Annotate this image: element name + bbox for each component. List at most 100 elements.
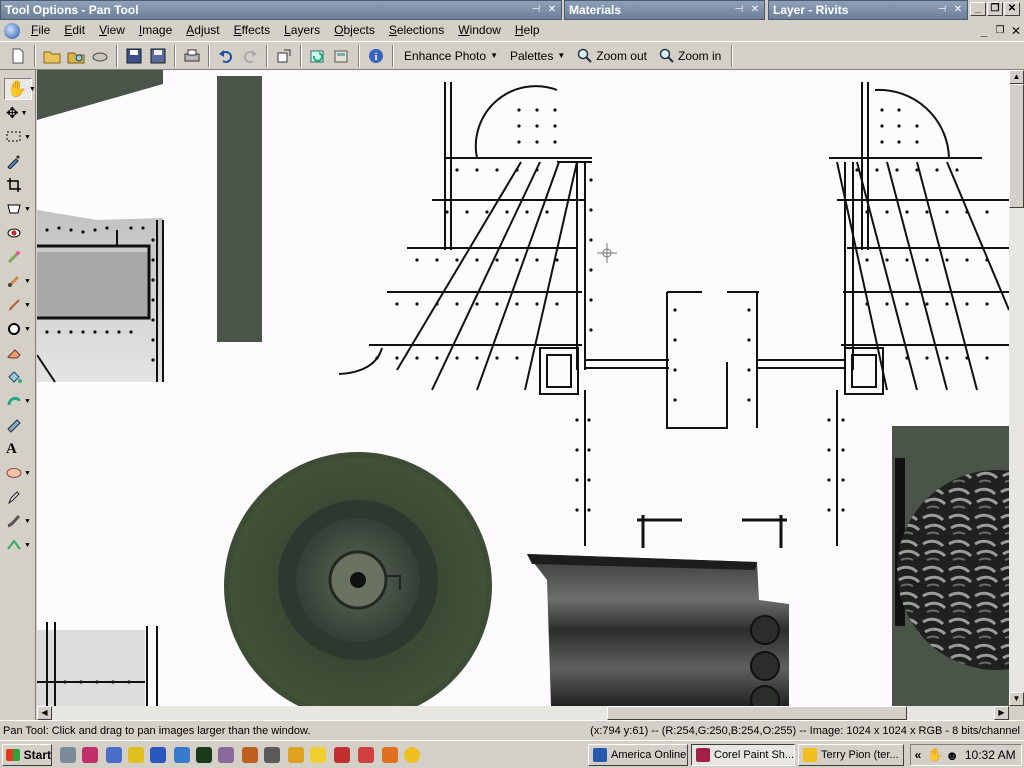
close-app-button[interactable]: ✕ (1004, 2, 1020, 16)
menu-layers[interactable]: Layers (277, 20, 327, 41)
vertical-scroll-thumb[interactable] (1009, 84, 1024, 208)
scroll-right-icon[interactable]: ▶ (994, 706, 1009, 720)
color-replacer-tool[interactable] (4, 414, 32, 436)
quicklaunch-app-icon[interactable] (82, 747, 98, 763)
restore-app-button[interactable]: ❐ (987, 2, 1003, 16)
dodge-tool[interactable]: ▼ (4, 318, 32, 340)
task-america-online[interactable]: America Online (588, 744, 688, 766)
task-terry-pion[interactable]: Terry Pion (ter... (798, 744, 904, 766)
pan-tool[interactable]: ✋ ▼ (4, 78, 36, 100)
start-button[interactable]: Start (2, 744, 52, 766)
layer-palette-title[interactable]: Layer - Rivits ⊣ ✕ (768, 0, 968, 20)
menu-view[interactable]: View (92, 20, 132, 41)
dropper-tool[interactable] (4, 150, 32, 172)
close-icon[interactable]: ✕ (748, 3, 762, 17)
menu-window[interactable]: Window (451, 20, 508, 41)
new-file-icon[interactable] (7, 45, 29, 67)
menu-file[interactable]: File (24, 20, 57, 41)
task-label: Terry Pion (ter... (821, 749, 899, 761)
image-canvas[interactable] (37, 70, 1009, 706)
pin-icon[interactable]: ⊣ (732, 3, 746, 17)
menu-adjust[interactable]: Adjust (179, 20, 226, 41)
save-as-icon[interactable] (147, 45, 169, 67)
crop-tool[interactable] (4, 174, 32, 196)
menu-selections[interactable]: Selections (382, 20, 451, 41)
text-tool[interactable]: A (4, 438, 32, 460)
pen-tool[interactable] (4, 486, 32, 508)
resize-image-icon[interactable] (273, 45, 295, 67)
doc-minimize-button[interactable]: _ (976, 24, 992, 38)
quicklaunch-app3-icon[interactable] (242, 747, 258, 763)
open-folder-icon[interactable] (41, 45, 63, 67)
makeover-tool[interactable] (4, 246, 32, 268)
menu-help[interactable]: Help (508, 20, 547, 41)
menu-image[interactable]: Image (132, 20, 179, 41)
redo-icon[interactable] (239, 45, 261, 67)
scanner-icon[interactable] (89, 45, 111, 67)
picture-tube-tool[interactable]: ▼ (4, 390, 32, 412)
warp-brush-tool[interactable]: ▼ (4, 534, 32, 556)
quicklaunch-game-icon[interactable] (196, 747, 212, 763)
quicklaunch-app2-icon[interactable] (218, 747, 234, 763)
scroll-left-icon[interactable]: ◀ (37, 706, 52, 720)
refresh-icon[interactable] (307, 45, 329, 67)
flood-fill-tool[interactable] (4, 366, 32, 388)
pin-icon[interactable]: ⊣ (935, 3, 949, 17)
scroll-down-icon[interactable]: ▼ (1009, 692, 1024, 706)
red-eye-tool[interactable] (4, 222, 32, 244)
smiley-icon[interactable]: ☻ (945, 748, 959, 763)
print-icon[interactable] (181, 45, 203, 67)
app-icon[interactable] (4, 22, 20, 39)
hand-icon[interactable]: ✋ (927, 747, 943, 763)
eraser-tool[interactable] (4, 342, 32, 364)
deform-tool[interactable]: ▼ (4, 198, 32, 220)
task-corel-paint-shop[interactable]: Corel Paint Sh... (691, 744, 795, 766)
info-icon[interactable]: i (365, 45, 387, 67)
pin-icon[interactable]: ⊣ (529, 3, 543, 17)
selection-tool[interactable]: ▼ (4, 126, 32, 148)
marquee-icon (6, 131, 21, 142)
quicklaunch-app6-icon[interactable] (358, 747, 374, 763)
palettes-button[interactable]: Palettes ▼ (504, 49, 571, 63)
doc-restore-button[interactable]: ❐ (992, 25, 1008, 36)
preset-shape-tool[interactable]: ▼ (4, 462, 32, 484)
quicklaunch-smiley-icon[interactable] (404, 747, 420, 763)
enhance-photo-button[interactable]: Enhance Photo ▼ (398, 49, 504, 63)
vertical-scrollbar[interactable]: ▲ ▼ (1009, 70, 1024, 706)
menu-effects[interactable]: Effects (227, 20, 277, 41)
doc-close-button[interactable]: ✕ (1008, 24, 1024, 38)
move-tool[interactable]: ✥ ▼ (4, 102, 32, 124)
scroll-up-icon[interactable]: ▲ (1009, 70, 1024, 84)
quicklaunch-firefox-icon[interactable] (382, 747, 398, 763)
save-icon[interactable] (123, 45, 145, 67)
menu-edit[interactable]: Edit (57, 20, 92, 41)
quicklaunch-network-icon[interactable] (60, 747, 76, 763)
browse-icon[interactable] (65, 45, 87, 67)
horizontal-scrollbar[interactable]: ◀ ▶ (37, 706, 1009, 720)
menu-objects[interactable]: Objects (327, 20, 382, 41)
quicklaunch-hand-icon[interactable] (310, 747, 326, 763)
quicklaunch-desktop-icon[interactable] (106, 747, 122, 763)
horizontal-scroll-thumb[interactable] (607, 706, 907, 720)
browser-icon[interactable] (331, 45, 353, 67)
quicklaunch-globe-icon[interactable] (174, 747, 190, 763)
close-icon[interactable]: ✕ (545, 3, 559, 17)
paint-brush-tool[interactable]: ▼ (4, 294, 32, 316)
tool-options-title: Tool Options - Pan Tool (5, 3, 139, 17)
zoom-in-button[interactable]: Zoom in (653, 48, 727, 64)
close-icon[interactable]: ✕ (951, 3, 965, 17)
quicklaunch-ie-icon[interactable] (150, 747, 166, 763)
quicklaunch-shield-icon[interactable] (128, 747, 144, 763)
smudge-tool[interactable]: ▼ (4, 510, 32, 532)
minimize-app-button[interactable]: _ (970, 2, 986, 16)
undo-icon[interactable] (215, 45, 237, 67)
zoom-out-button[interactable]: Zoom out (571, 48, 653, 64)
tool-options-palette-title[interactable]: Tool Options - Pan Tool ⊣ ✕ (0, 0, 562, 20)
clock[interactable]: 10:32 AM (965, 748, 1016, 762)
tray-expand-chevron[interactable]: « (911, 748, 925, 762)
clone-brush-tool[interactable]: ▼ (4, 270, 32, 292)
quicklaunch-app5-icon[interactable] (334, 747, 350, 763)
quicklaunch-app4-icon[interactable] (264, 747, 280, 763)
materials-palette-title[interactable]: Materials ⊣ ✕ (564, 0, 765, 20)
quicklaunch-sun-icon[interactable] (288, 747, 304, 763)
